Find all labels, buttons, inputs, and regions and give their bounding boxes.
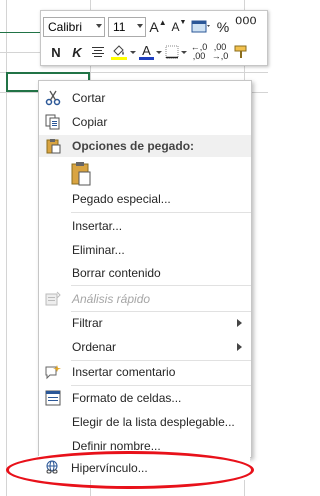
cell-style-icon — [191, 20, 210, 33]
italic-label: K — [72, 44, 82, 60]
menu-item-label: Filtrar — [72, 316, 103, 330]
borders-icon — [165, 45, 179, 59]
font-color-letter: A — [142, 43, 151, 58]
font-size-dropdown[interactable]: 11 — [108, 17, 146, 37]
font-color-button[interactable]: A — [139, 42, 162, 62]
menu-item-label: Eliminar... — [72, 243, 125, 257]
menu-item-label: Análisis rápido — [72, 292, 151, 306]
italic-button[interactable]: K — [68, 42, 86, 62]
decrease-font-label: A — [171, 20, 180, 34]
paste-button[interactable] — [69, 161, 93, 187]
menu-item-label: Ordenar — [72, 340, 117, 354]
menu-item-label: Insertar... — [72, 219, 123, 233]
borders-button[interactable] — [165, 42, 187, 62]
format-cells-icon — [45, 390, 61, 406]
menu-item-label: Borrar contenido — [72, 266, 161, 280]
comma-icon: ⁰⁰⁰ — [235, 14, 257, 34]
menu-item-label: Copiar — [72, 115, 108, 129]
menu-item-label: Elegir de la lista desplegable... — [72, 415, 235, 429]
paste-options-header: Opciones de pegado: — [39, 135, 251, 157]
align-center-icon — [92, 47, 104, 57]
menu-item-delete[interactable]: Eliminar... — [39, 238, 251, 262]
menu-item-copy[interactable]: Copiar — [39, 110, 251, 134]
chevron-down-icon — [130, 50, 136, 54]
menu-item-pick-from-list[interactable]: Elegir de la lista desplegable... — [39, 410, 251, 434]
clipboard-paste-icon — [71, 162, 91, 186]
menu-separator — [71, 212, 251, 213]
increase-decimal-button[interactable]: ←,0,00 — [190, 42, 208, 62]
clipboard-icon — [46, 139, 61, 154]
font-color-swatch — [139, 57, 154, 60]
fill-color-button[interactable] — [110, 42, 136, 62]
chevron-down-icon — [137, 24, 143, 28]
increase-font-button[interactable]: A ▲ — [149, 17, 167, 37]
format-painter-button[interactable] — [232, 42, 250, 62]
menu-item-insert-comment[interactable]: Insertar comentario — [39, 360, 251, 384]
quick-analysis-icon — [45, 291, 61, 306]
format-painter-icon — [234, 45, 247, 58]
menu-item-label: Formato de celdas... — [72, 391, 182, 405]
menu-item-quick-analysis[interactable]: Análisis rápido — [39, 287, 251, 311]
percent-label: % — [216, 19, 230, 35]
submenu-arrow-icon — [237, 343, 242, 351]
mini-toolbar: Calibri 11 A ▲ A ▼ % ⁰⁰⁰ N K A ←,0 ,00 ,… — [40, 10, 268, 66]
scissors-icon — [45, 90, 61, 106]
increase-decimal-icon: ←,0,00 — [190, 42, 208, 61]
comma-style-button[interactable]: ⁰⁰⁰ — [235, 14, 257, 37]
copy-icon — [45, 114, 60, 130]
decrease-font-button[interactable]: A ▼ — [170, 17, 188, 37]
menu-item-paste-special[interactable]: Pegado especial... — [39, 187, 251, 211]
highlight-ellipse — [6, 451, 254, 489]
paint-bucket-icon — [111, 45, 127, 60]
menu-separator — [71, 285, 251, 286]
decrease-decimal-icon: ,00 →,0 — [211, 42, 229, 61]
font-name-dropdown[interactable]: Calibri — [43, 17, 105, 37]
bold-button[interactable]: N — [47, 42, 65, 62]
paste-options-label: Opciones de pegado: — [72, 139, 195, 153]
context-menu: Cortar Copiar Opciones de pegado: Pegado… — [38, 80, 252, 459]
menu-item-filter[interactable]: Filtrar — [39, 311, 251, 335]
submenu-arrow-icon — [237, 319, 242, 327]
bold-label: N — [51, 44, 61, 60]
font-size-value: 11 — [113, 20, 126, 34]
chevron-down-icon — [96, 24, 102, 28]
percent-style-button[interactable]: % — [214, 17, 232, 37]
menu-item-cut[interactable]: Cortar — [39, 86, 251, 110]
menu-item-clear-contents[interactable]: Borrar contenido — [39, 261, 251, 285]
cell-style-button[interactable] — [191, 17, 211, 37]
menu-item-format-cells[interactable]: Formato de celdas... — [39, 386, 251, 410]
increase-font-label: A — [149, 19, 159, 35]
menu-item-label: Insertar comentario — [72, 365, 176, 379]
menu-item-sort[interactable]: Ordenar — [39, 335, 251, 359]
menu-item-label: Cortar — [72, 91, 106, 105]
align-center-button[interactable] — [89, 42, 107, 62]
chevron-down-icon — [156, 50, 162, 54]
new-comment-icon — [45, 365, 61, 380]
decrease-decimal-button[interactable]: ,00 →,0 — [211, 42, 229, 62]
menu-item-insert[interactable]: Insertar... — [39, 214, 251, 238]
menu-item-label: Pegado especial... — [72, 192, 171, 206]
font-name-value: Calibri — [48, 20, 83, 34]
chevron-down-icon — [181, 50, 187, 54]
